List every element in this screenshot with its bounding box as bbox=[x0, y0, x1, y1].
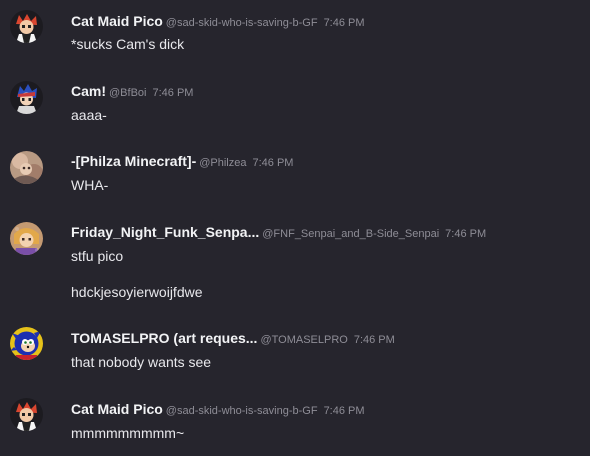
message-header: Friday_Night_Funk_Senpa... @FNF_Senpai_an… bbox=[71, 223, 486, 243]
user-handle: @sad-skid-who-is-saving-b-GF bbox=[165, 405, 318, 417]
message-text: hdckjesoyierwoijfdwe bbox=[71, 284, 203, 300]
pico-avatar-icon[interactable] bbox=[10, 10, 43, 43]
username[interactable]: Friday_Night_Funk_Senpa... bbox=[71, 224, 259, 240]
message-text: that nobody wants see bbox=[71, 354, 212, 370]
message-text: WHA- bbox=[71, 177, 109, 193]
username[interactable]: Cat Maid Pico bbox=[71, 401, 163, 417]
username[interactable]: Cam! bbox=[71, 83, 106, 99]
message-header: Cat Maid Pico @sad-skid-who-is-saving-b-G… bbox=[71, 12, 365, 32]
message-text: aaaa- bbox=[71, 107, 107, 123]
senpai-avatar-icon[interactable] bbox=[10, 222, 43, 255]
user-handle: @BfBoi bbox=[109, 87, 147, 99]
sonic-avatar-icon[interactable] bbox=[10, 327, 43, 360]
message-header: TOMASELPRO (art reques... @TOMASELPRO 7:46… bbox=[71, 329, 395, 349]
username[interactable]: TOMASELPRO (art reques... bbox=[71, 330, 257, 346]
username[interactable]: -[Philza Minecraft]- bbox=[71, 153, 196, 169]
timestamp: 7:46 PM bbox=[252, 157, 294, 169]
message-header: -[Philza Minecraft]- @Philzea 7:46 PM bbox=[71, 152, 293, 172]
message-text: stfu pico bbox=[71, 248, 124, 264]
timestamp: 7:46 PM bbox=[323, 405, 365, 417]
message-header: Cam! @BfBoi 7:46 PM bbox=[71, 82, 193, 102]
user-handle: @sad-skid-who-is-saving-b-GF bbox=[165, 17, 318, 29]
timestamp: 7:46 PM bbox=[445, 228, 487, 240]
pico-avatar-icon[interactable] bbox=[10, 398, 43, 431]
message-text: *sucks Cam's dick bbox=[71, 36, 185, 52]
philza-avatar-icon[interactable] bbox=[10, 151, 43, 184]
user-handle: @FNF_Senpai_and_B-Side_Senpai bbox=[262, 228, 440, 240]
user-handle: @TOMASELPRO bbox=[260, 334, 348, 346]
message-text: mmmmmmmmm~ bbox=[71, 425, 185, 441]
username[interactable]: Cat Maid Pico bbox=[71, 13, 163, 29]
timestamp: 7:46 PM bbox=[353, 334, 395, 346]
chat-feed: Cat Maid Pico @sad-skid-who-is-saving-b-G… bbox=[0, 0, 590, 456]
timestamp: 7:46 PM bbox=[323, 17, 365, 29]
user-handle: @Philzea bbox=[199, 157, 247, 169]
boyfriend-avatar-icon[interactable] bbox=[10, 81, 43, 114]
timestamp: 7:46 PM bbox=[152, 87, 194, 99]
message-header: Cat Maid Pico @sad-skid-who-is-saving-b-G… bbox=[71, 400, 365, 420]
